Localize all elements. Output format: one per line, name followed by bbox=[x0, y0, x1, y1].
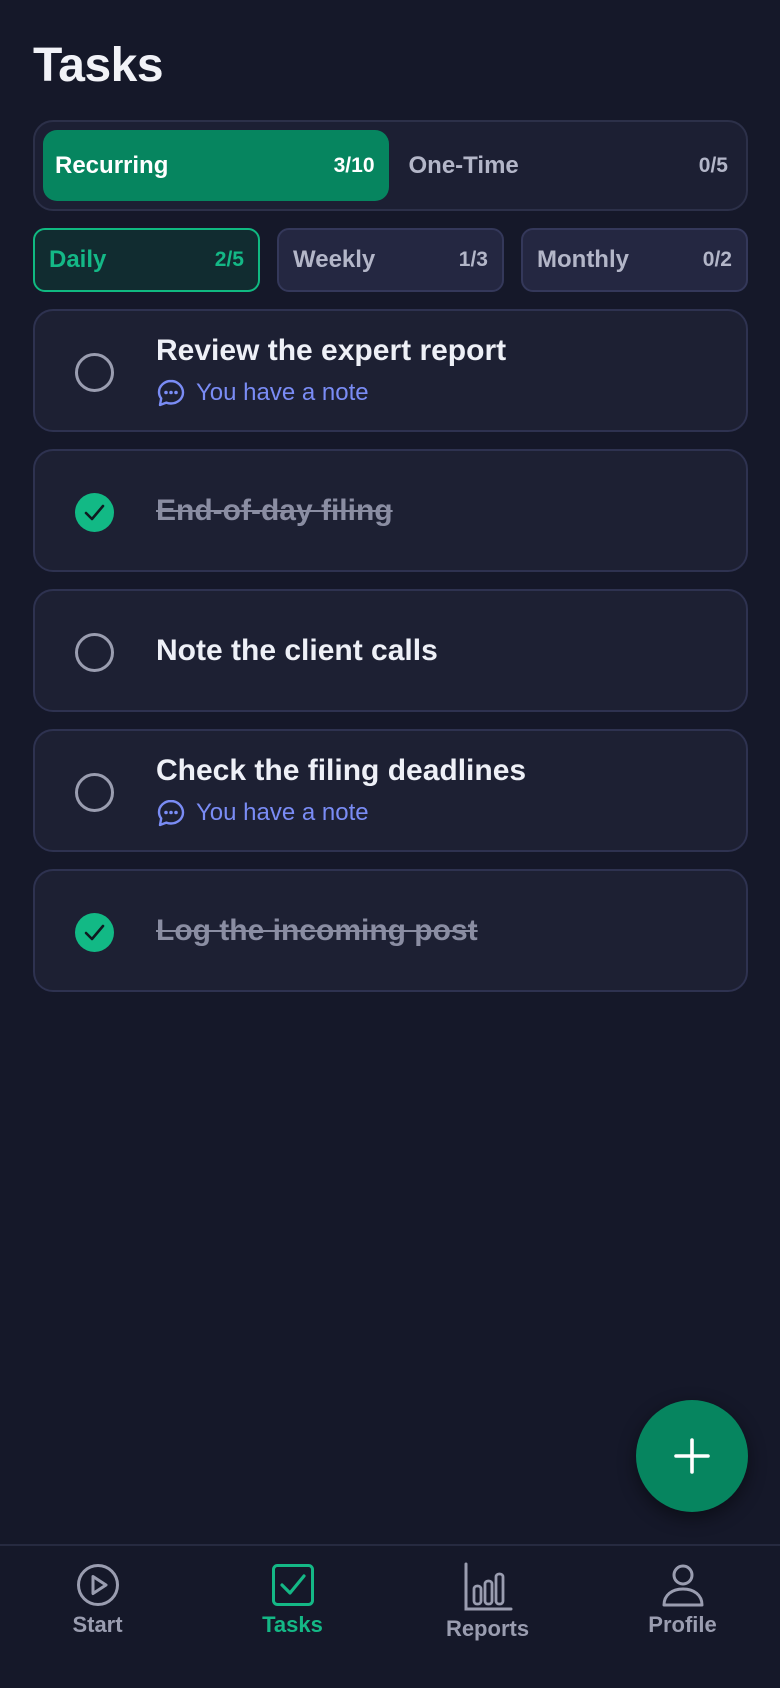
checkbox-icon bbox=[271, 1564, 314, 1606]
task-note-text: You have a note bbox=[196, 378, 369, 406]
task-type-segment: Recurring 3/10 One-Time 0/5 bbox=[33, 120, 748, 211]
plus-icon bbox=[674, 1438, 710, 1474]
chip-weekly[interactable]: Weekly 1/3 bbox=[277, 228, 504, 292]
checkmark-icon bbox=[84, 504, 105, 521]
segment-one-time-label: One-Time bbox=[408, 151, 519, 179]
task-title: Check the filing deadlines bbox=[156, 753, 527, 787]
bottom-navigation: Start Tasks Reports Profile bbox=[0, 1544, 780, 1688]
task-checkbox[interactable] bbox=[75, 633, 114, 672]
task-checkbox-checked[interactable] bbox=[75, 913, 114, 952]
task-note[interactable]: You have a note bbox=[156, 378, 726, 408]
task-card[interactable]: Check the filing deadlines You have a no… bbox=[33, 729, 748, 852]
task-title: Note the client calls bbox=[156, 633, 438, 667]
task-card[interactable]: Note the client calls bbox=[33, 589, 748, 712]
task-body: Review the expert report You have a note bbox=[156, 311, 726, 430]
task-note[interactable]: You have a note bbox=[156, 798, 726, 828]
page-title: Tasks bbox=[33, 39, 164, 92]
task-body: Check the filing deadlines You have a no… bbox=[156, 731, 726, 850]
chat-bubble-icon bbox=[157, 799, 185, 826]
task-title: Log the incoming post bbox=[156, 913, 478, 947]
nav-item-start[interactable]: Start bbox=[0, 1546, 195, 1688]
task-title: Review the expert report bbox=[156, 333, 507, 367]
bar-chart-icon bbox=[464, 1562, 512, 1611]
task-body: Note the client calls bbox=[156, 591, 726, 710]
period-filter: Daily 2/5 Weekly 1/3 Monthly 0/2 bbox=[33, 228, 748, 292]
chip-daily[interactable]: Daily 2/5 bbox=[33, 228, 260, 292]
checkmark-icon bbox=[84, 924, 105, 941]
nav-item-reports-label: Reports bbox=[445, 1616, 530, 1641]
add-task-button[interactable] bbox=[636, 1400, 748, 1512]
task-body: End-of-day filing bbox=[156, 451, 726, 570]
tasks-screen: Tasks Recurring 3/10 One-Time 0/5 Daily … bbox=[0, 0, 780, 1688]
task-list: Review the expert report You have a note bbox=[33, 309, 748, 992]
chip-daily-label: Daily bbox=[49, 246, 107, 273]
chip-monthly-label: Monthly bbox=[537, 246, 629, 273]
task-note-text: You have a note bbox=[196, 798, 369, 826]
chip-monthly[interactable]: Monthly 0/2 bbox=[521, 228, 748, 292]
task-checkbox-checked[interactable] bbox=[75, 493, 114, 532]
task-card[interactable]: End-of-day filing bbox=[33, 449, 748, 572]
task-title: End-of-day filing bbox=[156, 493, 393, 527]
nav-item-tasks-label: Tasks bbox=[262, 1612, 323, 1637]
nav-item-profile-label: Profile bbox=[648, 1612, 717, 1637]
chip-monthly-count: 0/2 bbox=[702, 248, 732, 271]
user-icon bbox=[662, 1564, 703, 1607]
task-body: Log the incoming post bbox=[156, 871, 726, 990]
nav-item-profile[interactable]: Profile bbox=[585, 1546, 780, 1688]
segment-one-time-count: 0/5 bbox=[698, 153, 728, 177]
nav-item-tasks[interactable]: Tasks bbox=[195, 1546, 390, 1688]
chip-daily-count: 2/5 bbox=[214, 248, 244, 271]
nav-item-start-label: Start bbox=[72, 1612, 123, 1637]
segment-recurring-label: Recurring bbox=[55, 151, 169, 179]
play-circle-icon bbox=[76, 1564, 119, 1606]
segment-recurring-count: 3/10 bbox=[333, 153, 375, 177]
chat-bubble-icon bbox=[157, 379, 185, 406]
segment-recurring[interactable]: Recurring 3/10 bbox=[43, 130, 389, 201]
task-checkbox[interactable] bbox=[75, 353, 114, 392]
chip-weekly-label: Weekly bbox=[293, 246, 376, 273]
nav-item-reports[interactable]: Reports bbox=[390, 1546, 585, 1688]
task-card[interactable]: Log the incoming post bbox=[33, 869, 748, 992]
task-card[interactable]: Review the expert report You have a note bbox=[33, 309, 748, 432]
chip-weekly-count: 1/3 bbox=[458, 248, 488, 271]
segment-one-time[interactable]: One-Time 0/5 bbox=[389, 130, 739, 201]
task-checkbox[interactable] bbox=[75, 773, 114, 812]
